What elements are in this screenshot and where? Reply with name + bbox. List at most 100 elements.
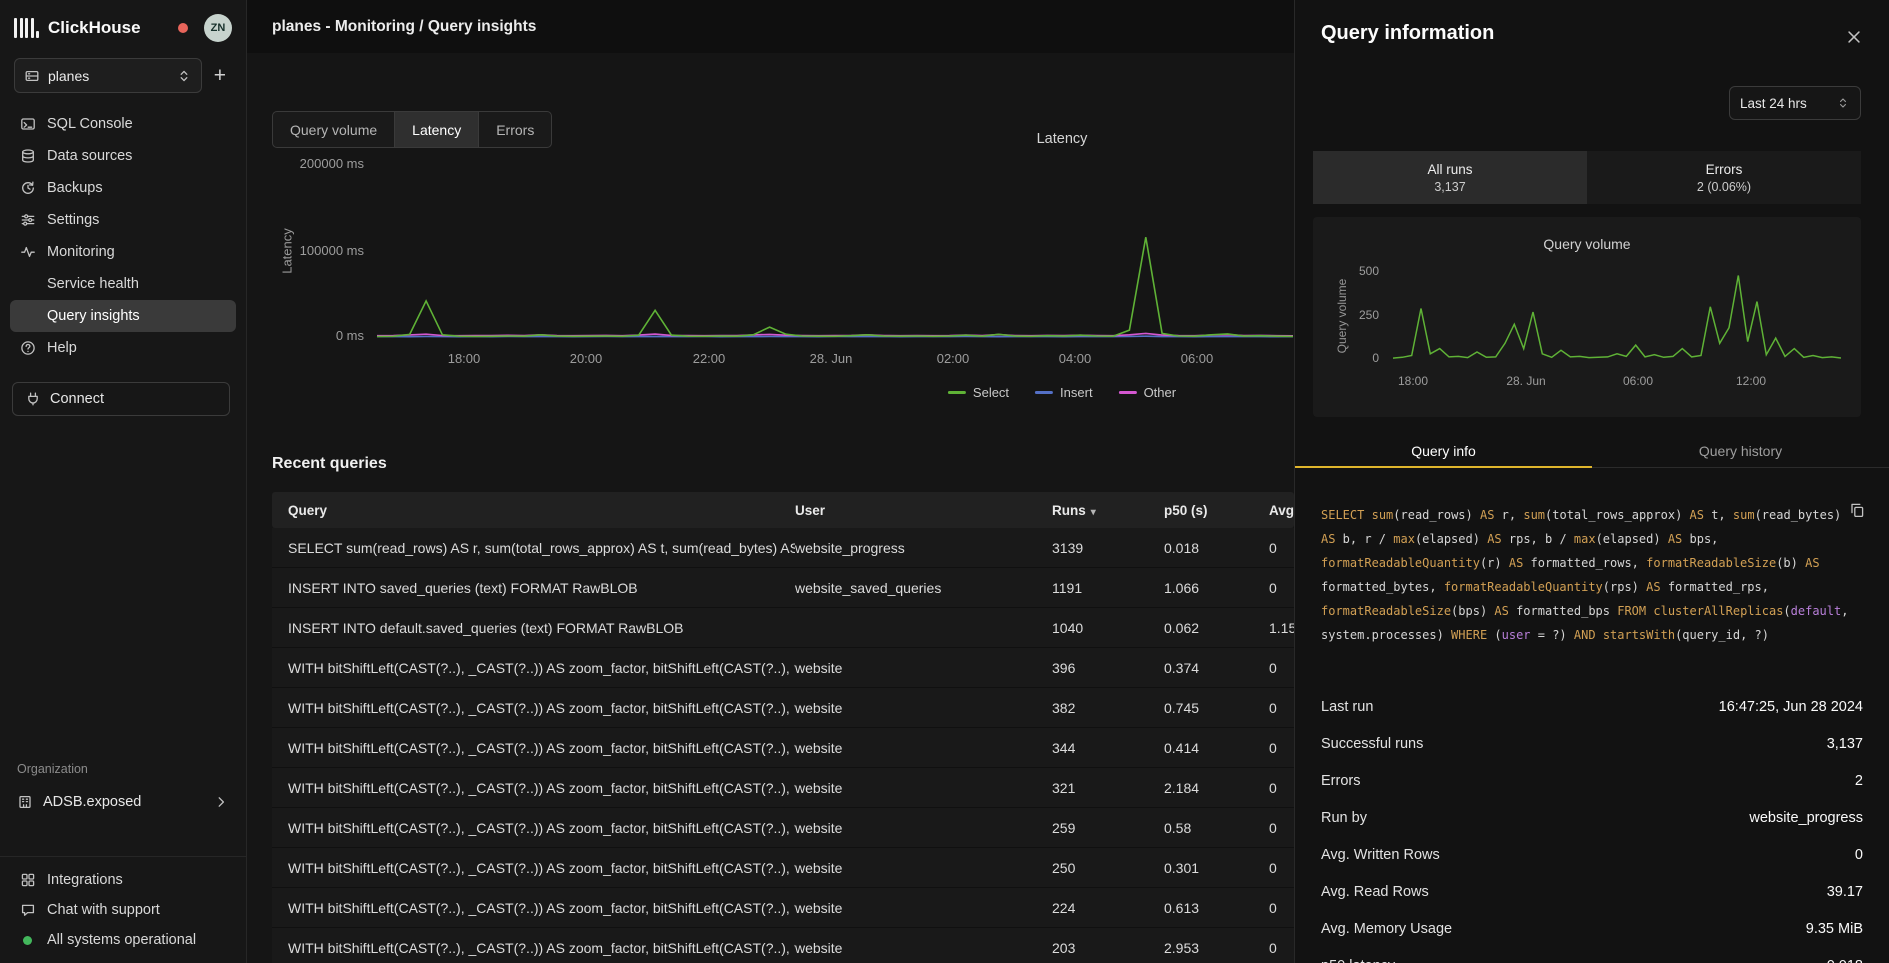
p50-cell: 2.953 <box>1164 940 1269 956</box>
service-row: planes + <box>14 58 232 93</box>
y-axis-tick: 100000 ms <box>247 243 364 258</box>
close-button[interactable] <box>1843 26 1865 51</box>
table-row[interactable]: WITH bitShiftLeft(CAST(?..), _CAST(?..))… <box>272 768 1294 808</box>
detail-label: p50 latency <box>1321 958 1395 963</box>
column-header-avg[interactable]: Avg. <box>1269 503 1294 518</box>
detail-row-errors: Errors2 <box>1321 762 1863 799</box>
runs-cell: 382 <box>1052 700 1164 716</box>
service-icon <box>24 68 40 84</box>
data-sources-icon <box>20 148 36 164</box>
x-axis-tick: 12:00 <box>1736 374 1766 388</box>
copy-icon[interactable] <box>1847 500 1867 523</box>
p50-cell: 0.374 <box>1164 660 1269 676</box>
sidebar-item-all-systems-operational[interactable]: All systems operational <box>10 925 236 955</box>
detail-label: Avg. Memory Usage <box>1321 921 1452 937</box>
sidebar-footer: Integrations Chat with support All systems… <box>0 856 246 963</box>
sidebar-item-data-sources[interactable]: Data sources <box>10 140 236 172</box>
clickhouse-logo[interactable]: ClickHouse <box>14 18 170 38</box>
sidebar-item-query-insights[interactable]: Query insights <box>10 300 236 332</box>
query-volume-chart[interactable] <box>1393 250 1841 366</box>
integrations-icon <box>20 872 36 888</box>
stat-tab-label: Errors <box>1706 162 1743 177</box>
y-axis-tick: 0 ms <box>247 328 364 343</box>
detail-value: website_progress <box>1749 810 1863 826</box>
connect-icon <box>25 391 41 407</box>
query-information-panel: Query information Last 24 hrs All runs3,… <box>1294 0 1889 963</box>
user-cell: website <box>795 940 1052 956</box>
sidebar-item-service-health[interactable]: Service health <box>10 268 236 300</box>
close-icon <box>1845 28 1863 46</box>
sidebar-item-chat-with-support[interactable]: Chat with support <box>10 895 236 925</box>
table-row[interactable]: WITH bitShiftLeft(CAST(?..), _CAST(?..))… <box>272 808 1294 848</box>
runs-cell: 203 <box>1052 940 1164 956</box>
sidebar-item-label: All systems operational <box>47 932 196 948</box>
table-row[interactable]: WITH bitShiftLeft(CAST(?..), _CAST(?..))… <box>272 648 1294 688</box>
sql-query-text: SELECT sum(read_rows) AS r, sum(total_ro… <box>1321 503 1845 647</box>
sidebar-nav: SQL Console Data sourcesBackupsSettingsMo… <box>0 108 246 364</box>
column-header-runs[interactable]: Runs▾ <box>1052 503 1164 518</box>
table-row[interactable]: WITH bitShiftLeft(CAST(?..), _CAST(?..))… <box>272 848 1294 888</box>
panel-tab-query-history[interactable]: Query history <box>1592 434 1889 467</box>
table-row[interactable]: WITH bitShiftLeft(CAST(?..), _CAST(?..))… <box>272 688 1294 728</box>
p50-cell: 0.58 <box>1164 820 1269 836</box>
stat-tab-errors[interactable]: Errors2 (0.06%) <box>1587 151 1861 204</box>
runs-cell: 250 <box>1052 860 1164 876</box>
sidebar-item-label: Integrations <box>47 872 123 888</box>
sidebar-item-settings[interactable]: Settings <box>10 204 236 236</box>
y-axis-tick: 200000 ms <box>247 156 364 171</box>
user-cell: website <box>795 900 1052 916</box>
latency-chart[interactable] <box>377 140 1293 345</box>
x-axis-tick: 18:00 <box>448 351 481 366</box>
column-header-user[interactable]: User <box>795 503 1052 518</box>
detail-row-run-by: Run bywebsite_progress <box>1321 799 1863 836</box>
organization-section: Organization ADSB.exposed <box>0 762 246 818</box>
notification-dot <box>178 23 188 33</box>
time-range-value: Last 24 hrs <box>1740 96 1807 111</box>
service-selector[interactable]: planes <box>14 58 202 93</box>
series-select <box>377 237 1293 336</box>
chat-icon <box>20 902 36 918</box>
avg-cell: 0 <box>1269 940 1294 956</box>
y-axis-tick: 500 <box>1339 264 1379 278</box>
sidebar-item-backups[interactable]: Backups <box>10 172 236 204</box>
sidebar-item-label: Query insights <box>47 308 140 324</box>
table-row[interactable]: WITH bitShiftLeft(CAST(?..), _CAST(?..))… <box>272 888 1294 928</box>
legend-other[interactable]: Other <box>1119 385 1177 400</box>
sidebar: ClickHouse ZN planes + SQL Console Data s… <box>0 0 247 963</box>
organization-selector[interactable]: ADSB.exposed <box>0 786 246 818</box>
sidebar-item-sql-console[interactable]: SQL Console <box>10 108 236 140</box>
query-cell: INSERT INTO saved_queries (text) FORMAT … <box>272 580 795 596</box>
user-avatar[interactable]: ZN <box>204 14 232 42</box>
column-header-query[interactable]: Query <box>272 503 795 518</box>
table-row[interactable]: WITH bitShiftLeft(CAST(?..), _CAST(?..))… <box>272 728 1294 768</box>
panel-tab-query-info[interactable]: Query info <box>1295 434 1592 467</box>
column-header-p50-s[interactable]: p50 (s) <box>1164 503 1269 518</box>
table-row[interactable]: SELECT sum(read_rows) AS r, sum(total_ro… <box>272 528 1294 568</box>
sidebar-item-label: SQL Console <box>47 116 133 132</box>
sidebar-item-monitoring[interactable]: Monitoring <box>10 236 236 268</box>
table-row[interactable]: INSERT INTO default.saved_queries (text)… <box>272 608 1294 648</box>
service-name: planes <box>48 68 168 84</box>
query-cell: WITH bitShiftLeft(CAST(?..), _CAST(?..))… <box>272 700 795 716</box>
page-title: planes - Monitoring / Query insights <box>272 18 536 36</box>
stat-tab-label: All runs <box>1427 162 1472 177</box>
avg-cell: 1.15 <box>1269 620 1294 636</box>
p50-cell: 0.018 <box>1164 540 1269 556</box>
add-service-button[interactable]: + <box>208 63 232 88</box>
avg-cell: 0 <box>1269 860 1294 876</box>
avg-cell: 0 <box>1269 660 1294 676</box>
table-row[interactable]: INSERT INTO saved_queries (text) FORMAT … <box>272 568 1294 608</box>
stat-tab-all-runs[interactable]: All runs3,137 <box>1313 151 1587 204</box>
sidebar-item-integrations[interactable]: Integrations <box>10 865 236 895</box>
table-row[interactable]: WITH bitShiftLeft(CAST(?..), _CAST(?..))… <box>272 928 1294 963</box>
connect-button[interactable]: Connect <box>12 382 230 416</box>
p50-cell: 1.066 <box>1164 580 1269 596</box>
sql-line: formatReadableSize(bps) AS formatted_bps… <box>1321 599 1845 623</box>
legend-select[interactable]: Select <box>948 385 1009 400</box>
user-cell: website <box>795 700 1052 716</box>
legend-insert[interactable]: Insert <box>1035 385 1093 400</box>
tab-query-volume[interactable]: Query volume <box>273 112 394 147</box>
sidebar-item-help[interactable]: Help <box>10 332 236 364</box>
p50-cell: 2.184 <box>1164 780 1269 796</box>
time-range-select[interactable]: Last 24 hrs <box>1729 86 1861 120</box>
